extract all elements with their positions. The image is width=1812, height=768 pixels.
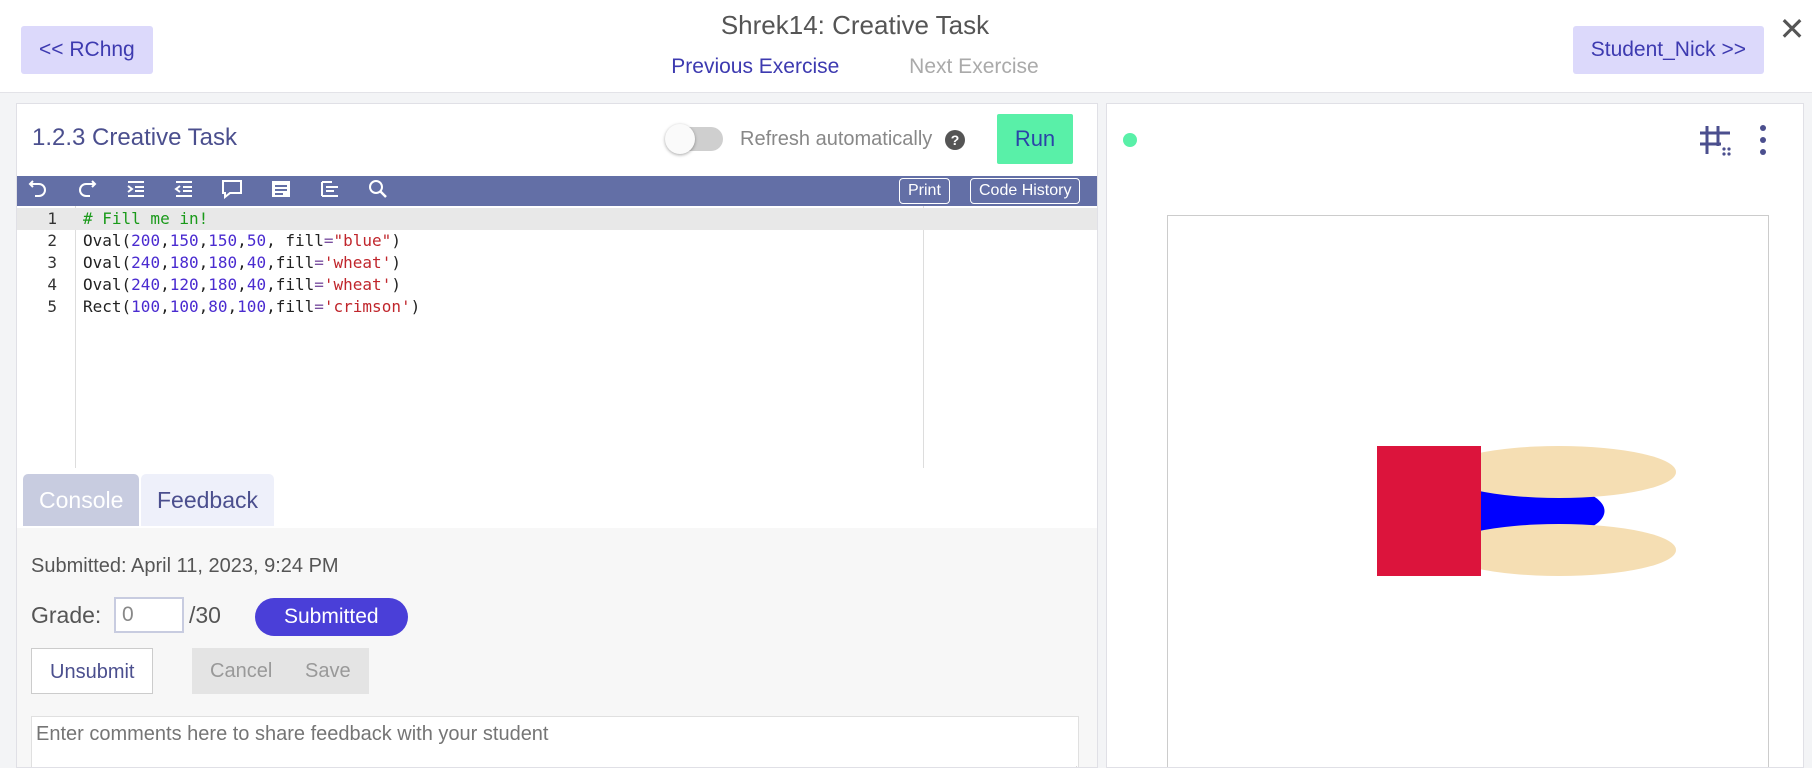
code-line[interactable]: 2 Oval(200,150,150,50, fill="blue") bbox=[17, 230, 1097, 252]
editor-toolbar: Print Code History bbox=[17, 176, 1097, 206]
task-header: 1.2.3 Creative Task Refresh automaticall… bbox=[17, 104, 1097, 176]
code-text: Rect(100,100,80,100,fill='crimson') bbox=[83, 297, 421, 316]
code-history-button[interactable]: Code History bbox=[970, 178, 1081, 204]
status-badge: Submitted bbox=[255, 598, 408, 636]
canvas-drawing bbox=[1377, 446, 1676, 576]
more-menu-icon[interactable] bbox=[1755, 122, 1771, 158]
feedback-pane: Submitted: April 11, 2023, 9:24 PM Grade… bbox=[17, 528, 1097, 767]
code-line[interactable]: 5 Rect(100,100,80,100,fill='crimson') bbox=[17, 296, 1097, 318]
save-button[interactable]: Save bbox=[287, 648, 369, 694]
submitted-timestamp: Submitted: April 11, 2023, 9:24 PM bbox=[31, 555, 339, 577]
grade-label: Grade: bbox=[31, 602, 102, 628]
code-text: Oval(240,180,180,40,fill='wheat') bbox=[83, 253, 401, 272]
next-exercise-link: Next Exercise bbox=[909, 55, 1039, 78]
run-button[interactable]: Run bbox=[997, 114, 1073, 164]
indent-icon[interactable] bbox=[123, 179, 149, 203]
line-number: 3 bbox=[47, 253, 57, 272]
line-number: 2 bbox=[47, 231, 57, 250]
previous-exercise-link[interactable]: Previous Exercise bbox=[671, 55, 839, 79]
bottom-tabs: Console Feedback bbox=[17, 468, 1097, 529]
code-line[interactable]: 3 Oval(240,180,180,40,fill='wheat') bbox=[17, 252, 1097, 274]
code-text: # Fill me in! bbox=[83, 209, 209, 228]
refresh-label: Refresh automatically bbox=[740, 128, 933, 150]
tab-console[interactable]: Console bbox=[23, 474, 140, 526]
code-editor[interactable]: 1 # Fill me in! 2 Oval(200,150,150,50, f… bbox=[17, 206, 1097, 569]
crimson-rect-shape bbox=[1377, 446, 1481, 576]
code-line[interactable]: 4 Oval(240,120,180,40,fill='wheat') bbox=[17, 274, 1097, 296]
code-text: Oval(240,120,180,40,fill='wheat') bbox=[83, 275, 401, 294]
output-panel bbox=[1106, 103, 1804, 768]
grade-input[interactable] bbox=[114, 597, 184, 633]
unsubmit-button[interactable]: Unsubmit bbox=[31, 648, 154, 694]
grade-total: /30 bbox=[189, 602, 221, 628]
format-icon[interactable] bbox=[317, 179, 343, 203]
exercise-nav: Previous Exercise Next Exercise bbox=[0, 55, 1710, 79]
editor-panel: 1.2.3 Creative Task Refresh automaticall… bbox=[16, 103, 1098, 768]
task-title: 1.2.3 Creative Task bbox=[32, 124, 237, 151]
code-text: Oval(200,150,150,50, fill="blue") bbox=[83, 231, 401, 250]
status-dot bbox=[1123, 133, 1137, 147]
next-student-button[interactable]: Student_Nick >> bbox=[1572, 26, 1764, 74]
refresh-toggle[interactable] bbox=[665, 124, 723, 154]
line-number: 1 bbox=[47, 209, 57, 228]
comment-icon[interactable] bbox=[219, 179, 245, 203]
code-line[interactable]: 1 # Fill me in! bbox=[17, 208, 1097, 230]
block-comment-icon[interactable] bbox=[268, 179, 294, 203]
feedback-comment-field[interactable] bbox=[31, 716, 1079, 767]
outdent-icon[interactable] bbox=[171, 179, 197, 203]
print-button[interactable]: Print bbox=[899, 178, 950, 204]
toggle-knob bbox=[665, 124, 695, 154]
line-number: 4 bbox=[47, 275, 57, 294]
help-icon[interactable]: ? bbox=[945, 130, 965, 150]
page-title: Shrek14: Creative Task bbox=[720, 10, 990, 40]
line-number: 5 bbox=[47, 297, 57, 316]
tab-feedback[interactable]: Feedback bbox=[141, 474, 275, 526]
grid-icon[interactable] bbox=[1697, 122, 1733, 158]
search-icon[interactable] bbox=[365, 179, 391, 203]
cancel-button[interactable]: Cancel bbox=[192, 648, 291, 694]
close-icon[interactable]: ✕ bbox=[1776, 10, 1808, 48]
top-bar: << RChng Shrek14: Creative Task Previous… bbox=[0, 0, 1812, 93]
redo-icon[interactable] bbox=[74, 179, 100, 203]
undo-icon[interactable] bbox=[25, 179, 51, 203]
graphics-canvas[interactable] bbox=[1167, 215, 1769, 767]
